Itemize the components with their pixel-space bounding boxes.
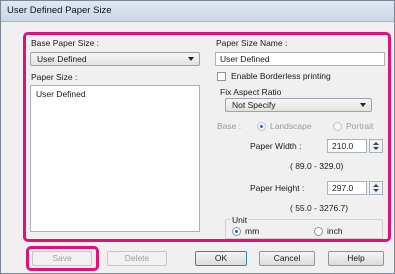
base-label: Base : [217, 121, 242, 131]
spin-up-icon [373, 184, 379, 187]
paper-height-label: Paper Height : [250, 183, 305, 193]
fix-aspect-ratio-value: Not Specify [232, 100, 276, 110]
dialog-window: User Defined Paper Size Base Paper Size … [0, 0, 395, 274]
paper-size-name-value: User Defined [220, 54, 270, 64]
unit-mm-radio[interactable] [232, 227, 241, 236]
fix-aspect-ratio-dropdown[interactable]: Not Specify [225, 98, 372, 112]
fix-aspect-ratio-label: Fix Aspect Ratio [220, 87, 282, 97]
paper-height-value: 297.0 [332, 183, 354, 193]
spin-down-icon [373, 147, 379, 150]
paper-size-list[interactable]: User Defined [30, 85, 200, 232]
paper-width-label: Paper Width : [250, 141, 302, 151]
unit-inch-label: inch [327, 226, 343, 236]
ok-button[interactable]: OK [195, 251, 247, 266]
paper-size-name-input[interactable]: User Defined [215, 52, 385, 66]
cancel-button[interactable]: Cancel [259, 251, 315, 266]
help-button[interactable]: Help [328, 251, 384, 266]
portrait-label: Portrait [346, 121, 374, 131]
paper-height-spinner[interactable] [369, 181, 383, 195]
base-paper-size-dropdown[interactable]: User Defined [30, 52, 200, 66]
borderless-checkbox[interactable] [217, 72, 226, 81]
chevron-down-icon [360, 103, 366, 107]
paper-size-label: Paper Size : [31, 72, 78, 82]
base-paper-size-label: Base Paper Size : [31, 38, 100, 48]
delete-button[interactable]: Delete [107, 251, 167, 266]
paper-height-range: ( 55.0 - 3276.7) [290, 203, 349, 213]
spin-up-icon [373, 142, 379, 145]
window-title: User Defined Paper Size [7, 5, 112, 16]
paper-width-value: 210.0 [332, 141, 354, 151]
unit-inch-radio[interactable] [314, 227, 323, 236]
paper-height-input[interactable]: 297.0 [327, 181, 367, 195]
list-item[interactable]: User Defined [36, 89, 86, 99]
save-button[interactable]: Save [32, 251, 92, 266]
portrait-radio[interactable] [333, 122, 342, 131]
spin-down-icon [373, 189, 379, 192]
paper-width-range: ( 89.0 - 329.0) [290, 161, 344, 171]
landscape-radio[interactable] [257, 122, 266, 131]
base-paper-size-value: User Defined [37, 54, 87, 64]
borderless-label: Enable Borderless printing [231, 71, 331, 81]
paper-size-name-label: Paper Size Name : [216, 38, 288, 48]
title-bar: User Defined Paper Size [1, 1, 394, 22]
paper-width-input[interactable]: 210.0 [327, 139, 367, 153]
chevron-down-icon [188, 57, 194, 61]
unit-label: Unit [231, 215, 249, 225]
paper-width-spinner[interactable] [369, 139, 383, 153]
unit-mm-label: mm [245, 226, 260, 236]
landscape-label: Landscape [270, 121, 312, 131]
